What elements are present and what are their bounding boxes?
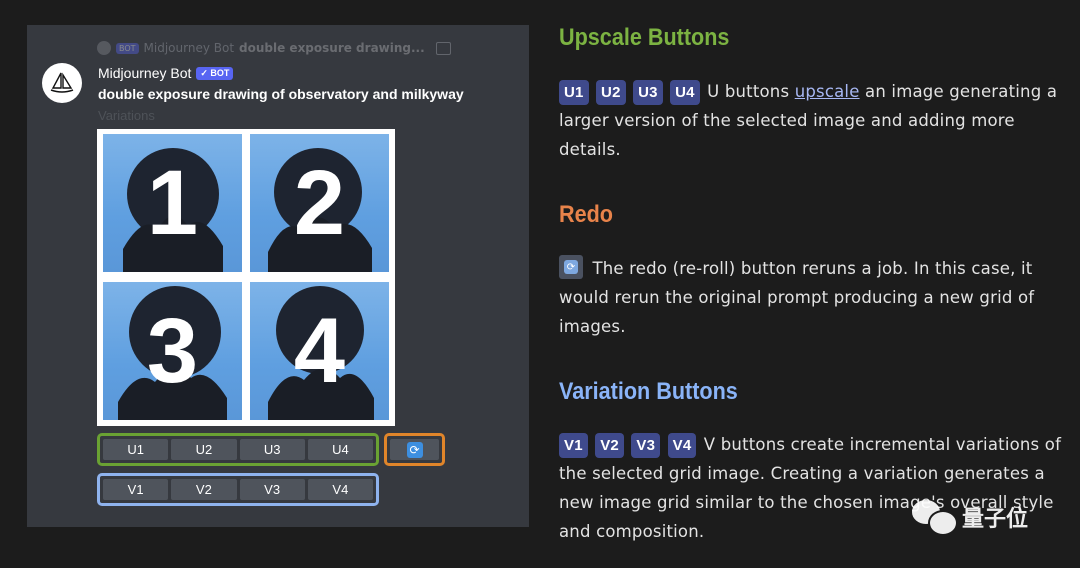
redo-chip: ⟳ <box>559 255 583 279</box>
redo-button[interactable]: ⟳ <box>390 439 439 460</box>
watermark: 量子位 <box>912 500 1029 536</box>
prompt-text: double exposure drawing of observatory a… <box>98 86 464 102</box>
v2-button[interactable]: V2 <box>171 479 237 500</box>
message-header: Midjourney Bot ✓ BOT <box>98 65 234 81</box>
v4-button[interactable]: V4 <box>307 479 373 500</box>
grid-image-3[interactable]: 3 <box>103 282 242 420</box>
midjourney-sailboat-icon <box>50 72 74 93</box>
grid-image-1[interactable]: 1 <box>103 134 242 272</box>
bot-badge: ✓ BOT <box>196 66 234 80</box>
tile-number: 3 <box>146 299 199 402</box>
v1-button[interactable]: V1 <box>103 479 169 500</box>
u2-chip: U2 <box>596 80 626 105</box>
v3-chip: V3 <box>631 433 661 458</box>
reply-avatar <box>97 41 111 55</box>
tile-number: 2 <box>293 151 346 254</box>
upscale-link[interactable]: upscale <box>795 82 860 101</box>
wechat-icon <box>912 500 958 536</box>
tile-number: 1 <box>146 151 199 254</box>
reply-bot-badge: BOT <box>116 42 139 54</box>
u3-button[interactable]: U3 <box>239 439 305 460</box>
upscale-text-before: U buttons <box>701 82 795 101</box>
redo-text: The redo (re-roll) button reruns a job. … <box>559 259 1035 336</box>
u1-chip: U1 <box>559 80 589 105</box>
v3-button[interactable]: V3 <box>239 479 305 500</box>
upscale-description: U1 U2 U3 U4 U buttons upscale an image g… <box>559 77 1064 164</box>
variations-label: Variations <box>98 108 155 123</box>
upscale-button-group: U1 U2 U3 U4 <box>97 433 379 466</box>
refresh-icon: ⟳ <box>564 260 578 274</box>
reply-author: Midjourney Bot <box>143 41 235 55</box>
redo-description: ⟳ The redo (re-roll) button reruns a job… <box>559 254 1064 341</box>
avatar[interactable] <box>42 63 82 103</box>
reply-text: double exposure drawing... <box>239 41 425 55</box>
grid-image-2[interactable]: 2 <box>250 134 389 272</box>
reply-preview[interactable]: BOT Midjourney Bot double exposure drawi… <box>97 40 451 56</box>
image-icon <box>435 41 451 55</box>
upscale-section-title: Upscale Buttons <box>559 24 730 51</box>
v1-chip: V1 <box>559 433 588 458</box>
u1-button[interactable]: U1 <box>103 439 169 460</box>
watermark-text: 量子位 <box>962 507 1029 532</box>
refresh-icon: ⟳ <box>406 441 423 458</box>
variation-section-title: Variation Buttons <box>559 378 738 405</box>
u2-button[interactable]: U2 <box>171 439 237 460</box>
u4-button[interactable]: U4 <box>307 439 373 460</box>
u4-chip: U4 <box>670 80 700 105</box>
v4-chip: V4 <box>667 433 697 458</box>
redo-section-title: Redo <box>559 201 613 228</box>
v2-chip: V2 <box>595 433 624 458</box>
u3-chip: U3 <box>633 80 663 105</box>
grid-image-4[interactable]: 4 <box>250 282 389 420</box>
variation-button-group: V1 V2 V3 V4 <box>97 473 379 506</box>
discord-message-panel: BOT Midjourney Bot double exposure drawi… <box>27 25 529 527</box>
author-name[interactable]: Midjourney Bot <box>98 65 191 81</box>
image-grid[interactable]: 1 2 3 4 <box>97 129 395 426</box>
tile-number: 4 <box>293 299 346 402</box>
redo-button-group: ⟳ <box>384 433 445 466</box>
